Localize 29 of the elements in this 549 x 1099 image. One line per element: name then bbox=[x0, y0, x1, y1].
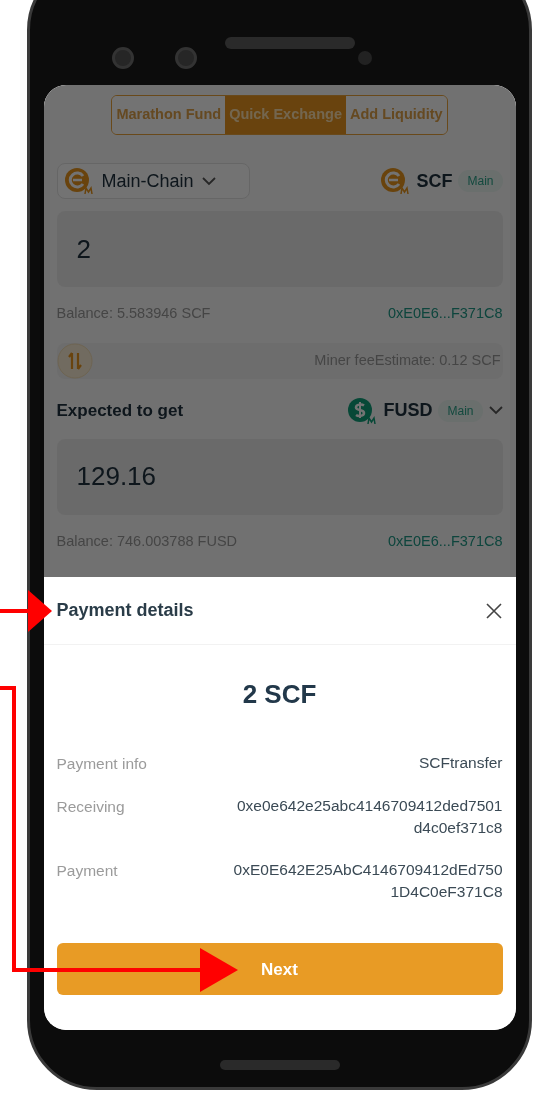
token-name: SCF bbox=[416, 169, 453, 193]
next-button[interactable]: Next bbox=[56, 943, 503, 996]
address-link[interactable]: 0xE0E6...F371C8 bbox=[388, 303, 503, 325]
network-badge: Main bbox=[438, 399, 483, 422]
section-label: Expected to get bbox=[56, 400, 184, 422]
coin-icon bbox=[347, 396, 378, 425]
chain-dropdown[interactable]: Main-Chain bbox=[56, 163, 250, 199]
tab[interactable]: Quick Exchange bbox=[225, 96, 346, 134]
token-name: FUSD bbox=[383, 399, 433, 423]
chevron-down-icon bbox=[201, 176, 216, 186]
chevron-down-icon bbox=[488, 406, 503, 416]
payment-amount: 2 SCF bbox=[241, 678, 318, 711]
address-link[interactable]: 0xE0E6...F371C8 bbox=[388, 530, 503, 553]
detail-value: SCFtransfer bbox=[417, 753, 503, 773]
detail-label: Receiving bbox=[56, 797, 125, 818]
detail-value: 0xE0E642E25AbC4146709412dEd7501D4C0eF371C8 bbox=[232, 860, 503, 903]
coin-icon bbox=[380, 167, 411, 195]
annotation-arrow bbox=[0, 590, 52, 632]
detail-label: Payment bbox=[56, 861, 118, 882]
amount-field[interactable]: 2 bbox=[56, 211, 503, 287]
sheet-title: Payment details bbox=[56, 599, 194, 622]
detail-label: Payment info bbox=[56, 754, 147, 774]
detail-value: 0xe0e642e25abc4146709412ded7501d4c0ef371c8 bbox=[236, 796, 503, 839]
camera-icon bbox=[175, 47, 197, 69]
coin-icon bbox=[63, 167, 94, 195]
network-badge: Main bbox=[458, 170, 503, 192]
close-icon[interactable] bbox=[484, 601, 503, 620]
camera-icon bbox=[112, 47, 134, 69]
amount-field[interactable]: 129.16 bbox=[56, 438, 503, 515]
